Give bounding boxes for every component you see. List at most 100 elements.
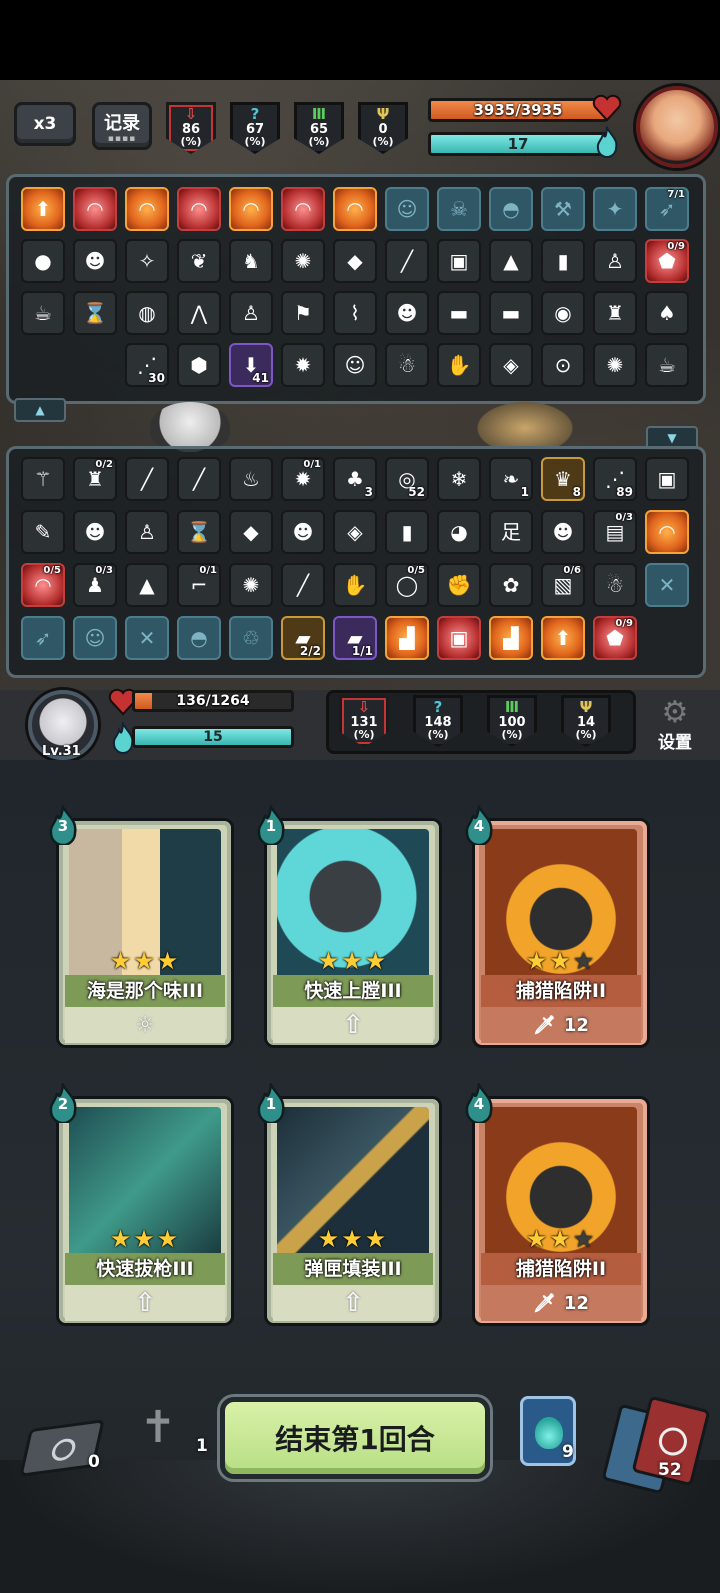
inventory-item[interactable]: ☻ [73,510,117,554]
inventory-item[interactable]: ▮ [541,239,585,283]
inventory-item[interactable]: ⋰ 89 [593,457,637,501]
inventory-item[interactable]: ✕ [125,616,169,660]
card[interactable]: ★★★ 捕猎陷阱II 🗡 12 4 [465,1081,650,1326]
inventory-item[interactable]: ╱ [385,239,429,283]
inventory-item[interactable]: ✕ [645,563,689,607]
inventory-item[interactable]: ♣ 3 [333,457,377,501]
inventory-item[interactable]: ◕ [437,510,481,554]
inventory-item[interactable]: ✋ [333,563,377,607]
card[interactable]: ★★★ 捕猎陷阱II 🗡 12 4 [465,803,650,1048]
card[interactable]: ★★★ 弹匣填装III ⇧ 1 [257,1081,442,1326]
inventory-item[interactable]: ◠ [229,187,273,231]
inventory-item[interactable]: ▰ 2/2 [281,616,325,660]
inventory-item[interactable]: ♛ 8 [541,457,585,501]
inventory-item[interactable]: ☕ [21,291,65,335]
inventory-item[interactable]: ♙ [593,239,637,283]
inventory-item[interactable]: ➶ [21,616,65,660]
grave-icon[interactable]: ✝ [128,1402,188,1464]
inventory-item[interactable]: ⬆ [541,616,585,660]
inventory-item[interactable]: ▬ [437,291,481,335]
inventory-item[interactable]: ☺ [385,187,429,231]
inventory-item[interactable]: ▟ [385,616,429,660]
inventory-item[interactable]: ◓ [177,616,221,660]
inventory-item[interactable]: ♲ [229,616,273,660]
inventory-item[interactable]: ♞ [229,239,273,283]
inventory-item[interactable]: ✹ [281,343,325,387]
inventory-item[interactable]: ◈ [489,343,533,387]
inventory-item[interactable]: ▲ [489,239,533,283]
inventory-item[interactable]: ▣ [437,616,481,660]
inventory-item[interactable]: ♨ [229,457,273,501]
inventory-item[interactable]: ▲ [125,563,169,607]
inventory-item[interactable]: ▬ [489,291,533,335]
inventory-item[interactable]: ✎ [21,510,65,554]
inventory-item[interactable]: ♜ 0/2 [73,457,117,501]
card[interactable]: ★★★ 快速拔枪III ⇧ 2 [49,1081,234,1326]
inventory-item[interactable]: ☺ [73,616,117,660]
card[interactable]: ★★★ 海是那个味III ☼ 3 [49,803,234,1048]
inventory-item[interactable]: ☻ [281,510,325,554]
inventory-item[interactable]: ▣ [437,239,481,283]
inventory-item[interactable]: ◠ [73,187,117,231]
inventory-item[interactable]: ◉ [541,291,585,335]
inventory-item[interactable]: ✺ [281,239,325,283]
inventory-item[interactable]: ◍ [125,291,169,335]
inventory-item[interactable]: ✊ [437,563,481,607]
inventory-item[interactable]: ◠ [333,187,377,231]
enemy-avatar[interactable] [636,86,718,168]
card[interactable]: ★★★ 快速上膛III ⇧ 1 [257,803,442,1048]
inventory-item[interactable]: ❧ 1 [489,457,533,501]
inventory-item[interactable]: ☕ [645,343,689,387]
inventory-item[interactable]: ⬆ [21,187,65,231]
inventory-item[interactable]: ☠ [437,187,481,231]
inventory-item[interactable]: ◠ 0/5 [21,563,65,607]
inventory-item[interactable]: ◠ [645,510,689,554]
inventory-item[interactable]: ◓ [489,187,533,231]
inventory-item[interactable]: ⚚ [21,457,65,501]
inventory-item[interactable]: ✦ [593,187,637,231]
record-button[interactable]: 记录 ▪▪▪▪ [92,102,152,150]
inventory-item[interactable]: ⋀ [177,291,221,335]
inventory-item[interactable]: ➶ 7/1 [645,187,689,231]
end-turn-button[interactable]: 结束第1回合 [220,1397,490,1479]
inventory-item[interactable]: ◆ [229,510,273,554]
inventory-item[interactable]: ⌛ [73,291,117,335]
inventory-item[interactable]: ▧ 0/6 [541,563,585,607]
inventory-item[interactable]: ◯ 0/5 [385,563,429,607]
inventory-item[interactable]: ◠ [125,187,169,231]
inventory-item[interactable]: ✧ [125,239,169,283]
inventory-item[interactable]: ✋ [437,343,481,387]
inventory-item[interactable]: ▮ [385,510,429,554]
inventory-item[interactable]: ╱ [281,563,325,607]
inventory-item[interactable]: ⌐ 0/1 [177,563,221,607]
inventory-item[interactable]: ✺ [229,563,273,607]
inventory-item[interactable]: ▟ [489,616,533,660]
inventory-item[interactable]: ☻ [541,510,585,554]
inventory-item[interactable]: ☃ [593,563,637,607]
inventory-item[interactable]: ♙ [229,291,273,335]
inventory-item[interactable]: ● [21,239,65,283]
inventory-item[interactable]: ◠ [177,187,221,231]
inventory-item[interactable]: ✺ [593,343,637,387]
inventory-item[interactable]: ⚒ [541,187,585,231]
inventory-item[interactable]: ☺ [333,343,377,387]
inventory-item[interactable]: ⬟ 0/9 [645,239,689,283]
inventory-item[interactable]: ⚑ [281,291,325,335]
inventory-item[interactable]: ☻ [73,239,117,283]
collapse-enemy-inventory-button[interactable]: ▲ [14,398,66,422]
inventory-item[interactable]: ⊙ [541,343,585,387]
inventory-item[interactable]: ◈ [333,510,377,554]
inventory-item[interactable]: ♟ 0/3 [73,563,117,607]
inventory-item[interactable]: ❄ [437,457,481,501]
inventory-item[interactable]: ✹ 0/1 [281,457,325,501]
inventory-item[interactable]: ◠ [281,187,325,231]
inventory-item[interactable]: ⋰ 30 [125,343,169,387]
inventory-item[interactable]: ▤ 0/3 [593,510,637,554]
speed-button[interactable]: x3 [14,102,76,146]
inventory-item[interactable]: ☻ [385,291,429,335]
inventory-item[interactable]: ⬢ [177,343,221,387]
inventory-item[interactable]: ╱ [125,457,169,501]
inventory-item[interactable]: ❦ [177,239,221,283]
inventory-item[interactable]: ◎ 52 [385,457,429,501]
inventory-item[interactable]: ⌇ [333,291,377,335]
